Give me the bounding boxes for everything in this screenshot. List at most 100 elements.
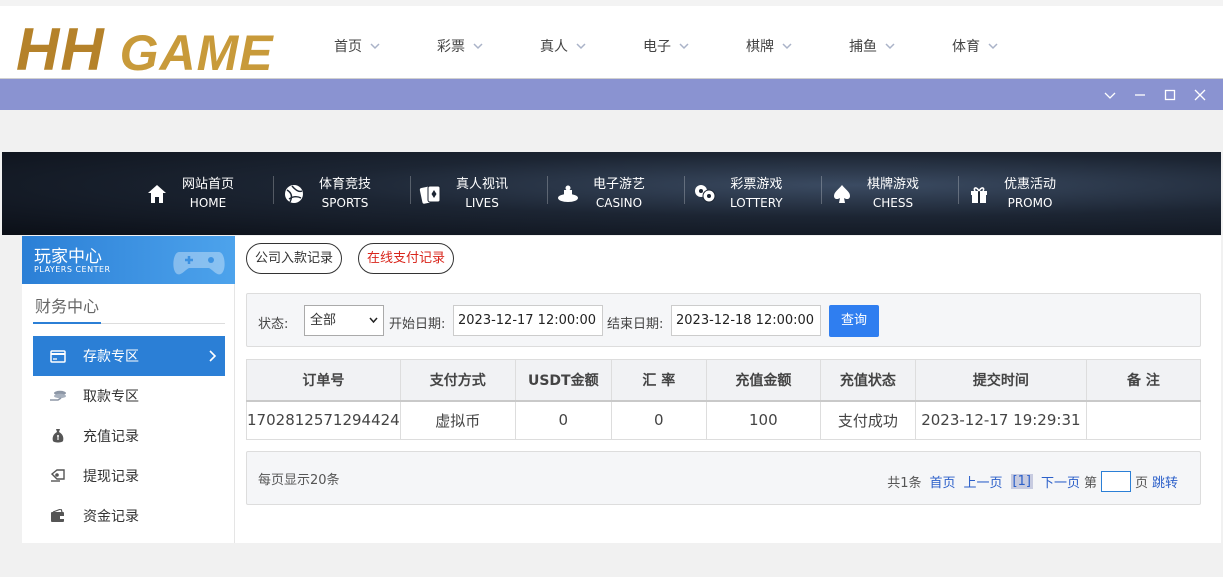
site-nav: 首页 彩票 真人 电子 棋牌 捕鱼 体育 [320,6,1041,86]
records-table: 订单号 支付方式 USDT金额 汇 率 充值金额 充值状态 提交时间 备 注 1 [246,359,1202,440]
end-date-input[interactable]: 2023-12-18 12:00:00 [671,305,821,336]
site-nav-fishing[interactable]: 捕鱼 [835,6,938,86]
sidebar-item-label: 资金记录 [83,509,139,525]
current-page: [1] [1010,474,1033,489]
records-main: 公司入款记录 在线支付记录 状态: 全部 开始日期: 2023-12-17 12… [246,236,1221,543]
col-recharge-amount: 充值金额 [705,359,821,402]
ball-icon [280,180,308,208]
banner-item-lottery[interactable]: 彩票游戏 LOTTERY [685,152,822,235]
chevron-down-icon [369,317,378,324]
chevron-down-icon [885,43,895,50]
collapse-button[interactable] [1095,79,1125,110]
site-nav-label: 首页 [334,39,362,55]
banner-item-cn: 电子游艺 [593,176,646,192]
query-button[interactable]: 查询 [829,305,879,337]
cell-payment-method: 虚拟币 [399,400,516,440]
sidebar-subtitle: PLAYERS CENTER [34,265,111,274]
col-exchange-rate: 汇 率 [610,359,707,402]
banner-nav-bar: 网站首页 HOME 体育竞技 SPORTS 真人视讯 LIVES 电子游艺 CA… [2,152,1221,235]
window-controls [1095,79,1215,110]
site-nav-electronic[interactable]: 电子 [629,6,732,86]
site-nav-live[interactable]: 真人 [526,6,629,86]
banner-nav: 网站首页 HOME 体育竞技 SPORTS 真人视讯 LIVES 电子游艺 CA… [137,152,1096,235]
sidebar-item-label: 充值记录 [83,429,139,445]
maximize-icon [1164,89,1176,100]
banner-item-en: SPORTS [321,195,369,210]
sidebar-header: 玩家中心 PLAYERS CENTER [22,236,235,284]
next-page-link[interactable]: 下一页 [1041,472,1080,491]
col-order-no: 订单号 [246,359,401,402]
minimize-button[interactable] [1125,79,1155,110]
banner-item-en: PROMO [1007,195,1053,210]
site-nav-label: 棋牌 [746,39,774,55]
window-content: 网站首页 HOME 体育竞技 SPORTS 真人视讯 LIVES 电子游艺 CA… [2,110,1221,543]
start-date-input[interactable]: 2023-12-17 12:00:00 [453,305,603,336]
window-titlebar[interactable] [0,79,1223,110]
banner-item-home[interactable]: 网站首页 HOME [137,152,274,235]
logo-wordmark: HH GAME [16,16,274,83]
close-button[interactable] [1185,79,1215,110]
site-nav-lottery[interactable]: 彩票 [423,6,526,86]
cell-remark [1085,400,1202,440]
sidebar-item-withdraw-records[interactable]: 提现记录 [33,456,225,496]
banner-item-casino[interactable]: 电子游艺 CASINO [548,152,685,235]
cell-recharge-status: 支付成功 [819,400,916,440]
total-count: 共1条 [887,476,922,491]
sidebar-item-label: 取款专区 [83,389,139,405]
sidebar-item-recharge-records[interactable]: 充值记录 [33,416,225,456]
banner-item-promo[interactable]: 优惠活动 PROMO [959,152,1096,235]
col-remark: 备 注 [1085,359,1202,402]
site-logo[interactable]: HH GAME [16,12,278,83]
page-prefix: 第 [1083,476,1097,491]
chevron-down-icon [679,43,689,50]
gamepad-icon [173,252,225,275]
page-number-input[interactable] [1100,471,1131,492]
jump-link[interactable]: 跳转 [1152,472,1178,491]
banner-item-en: LIVES [465,195,499,210]
maximize-button[interactable] [1155,79,1185,110]
banner-item-en: CHESS [872,195,914,210]
chevron-down-icon [782,43,792,50]
sidebar-item-withdraw-zone[interactable]: 取款专区 [33,376,225,416]
banner-item-lives[interactable]: 真人视讯 LIVES [411,152,548,235]
gift-icon [965,180,993,208]
sidebar-item-label: 存款专区 [83,349,139,365]
table-header-row: 订单号 支付方式 USDT金额 汇 率 充值金额 充值状态 提交时间 备 注 [246,359,1202,402]
chevron-down-icon [576,43,586,50]
banner-item-cn: 网站首页 [182,176,235,192]
banner-item-en: CASINO [595,195,643,210]
sidebar-section-title: 财务中心 [33,293,225,324]
site-nav-label: 电子 [643,39,671,55]
money-bag-icon [49,427,67,445]
col-submit-time: 提交时间 [914,359,1087,402]
chevron-down-icon [1104,92,1116,99]
prev-page-link[interactable]: 上一页 [964,472,1003,491]
sidebar: 玩家中心 PLAYERS CENTER 财务中心 存款专区 取款专区 充值记录 … [22,236,235,543]
sidebar-item-fund-records[interactable]: 资金记录 [33,496,225,536]
banner-item-sports[interactable]: 体育竞技 SPORTS [274,152,411,235]
start-date-label: 开始日期: [389,317,446,332]
site-nav-sports[interactable]: 体育 [938,6,1041,86]
cell-usdt-amount: 0 [514,400,612,440]
cell-order-no: 1702812571294424 [246,400,401,440]
chevron-right-icon [209,350,217,362]
withdraw-icon [49,467,67,485]
status-select[interactable]: 全部 [304,305,384,336]
banner-item-cn: 体育竞技 [319,176,372,192]
banner-item-cn: 优惠活动 [1004,176,1057,192]
banner-item-chess[interactable]: 棋牌游戏 CHESS [822,152,959,235]
per-page-text: 每页显示20条 [258,473,340,488]
page-suffix: 页 [1134,476,1148,491]
sidebar-item-deposit[interactable]: 存款专区 [33,336,225,376]
tab-company-deposit-records[interactable]: 公司入款记录 [246,243,343,274]
site-nav-chess[interactable]: 棋牌 [732,6,835,86]
banner-item-cn: 棋牌游戏 [867,176,920,192]
banner-item-en: HOME [189,195,227,210]
tab-online-payment-records[interactable]: 在线支付记录 [358,243,455,274]
wallet-icon [49,507,67,525]
site-nav-label: 捕鱼 [849,39,877,55]
col-usdt-amount: USDT金额 [514,359,612,402]
site-nav-home[interactable]: 首页 [320,6,423,86]
first-page-link[interactable]: 首页 [929,472,955,491]
chevron-down-icon [473,43,483,50]
